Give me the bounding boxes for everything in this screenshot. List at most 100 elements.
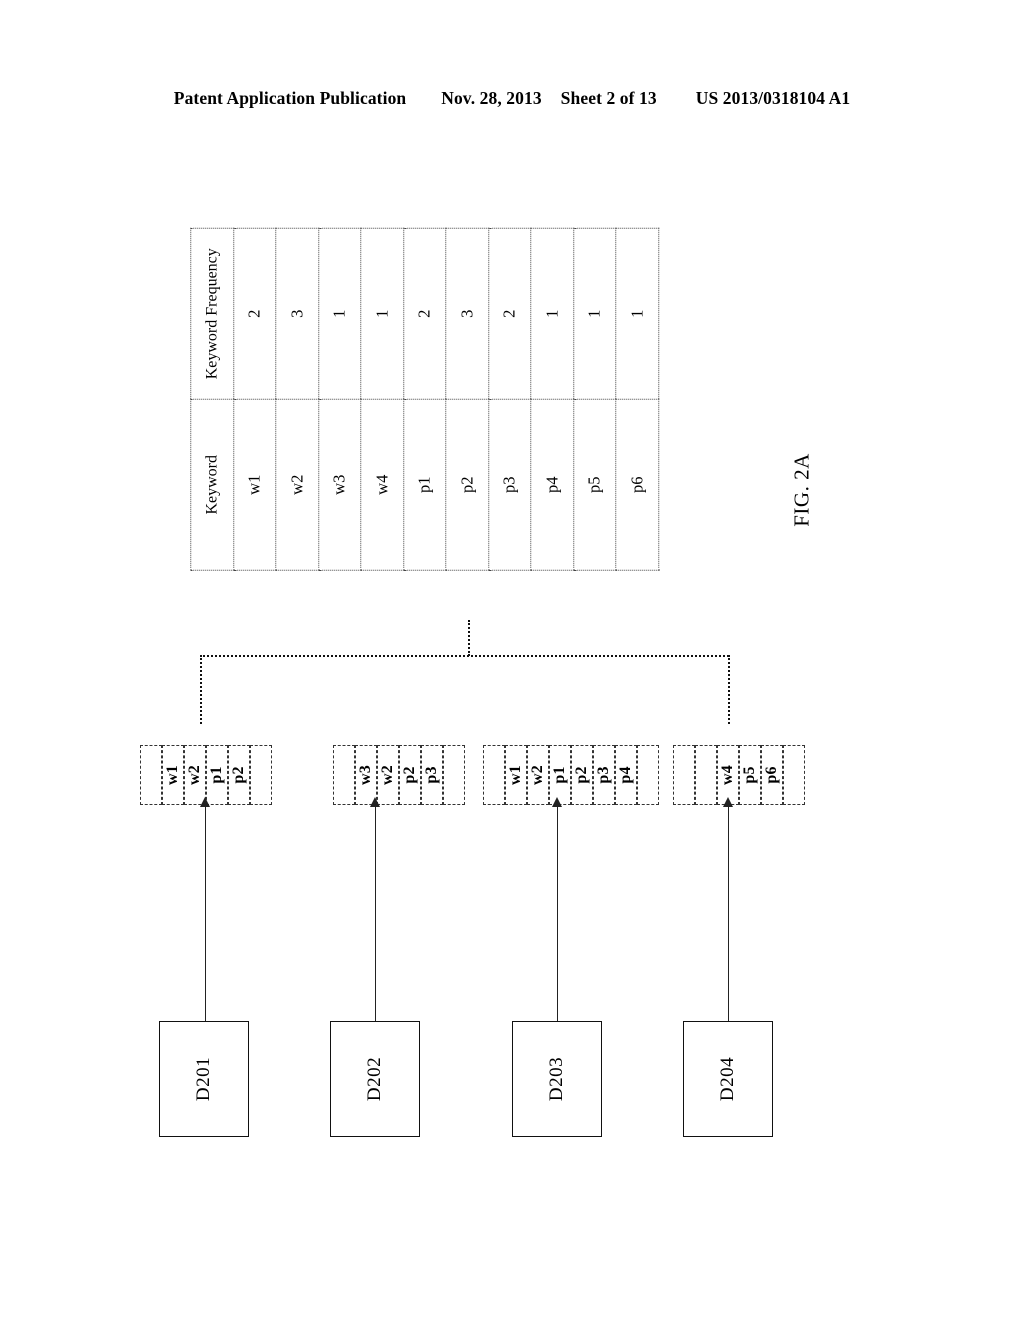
keyword-group-2: w3 w2 p2 p3: [333, 745, 465, 805]
keyword-cell-label: p2: [230, 766, 247, 784]
figure-caption: FIG. 2A: [742, 430, 862, 550]
cell-frequency: 1: [318, 228, 361, 400]
keyword-cell-w1: w1: [505, 745, 527, 805]
figure-caption-text: FIG. 2A: [789, 453, 814, 527]
keyword-cell-label: p2: [401, 766, 418, 784]
document-box-d201: D201: [159, 1021, 249, 1137]
keyword-cell-label: w2: [186, 765, 203, 785]
keyword-cell-label: w1: [164, 765, 181, 785]
cell-keyword: p3: [488, 399, 531, 571]
cell-keyword: p1: [403, 399, 446, 571]
cell-frequency: 2: [233, 228, 276, 400]
keyword-cell-p3: p3: [593, 745, 615, 805]
table-row: p3 2: [488, 228, 531, 571]
document-label: D204: [717, 1056, 738, 1102]
keyword-cell-w2: w2: [377, 745, 399, 805]
arrow-shaft-d203: [557, 806, 558, 1021]
cell-frequency: 1: [615, 228, 659, 400]
table-row: p4 1: [530, 228, 574, 571]
table-row: p6 1: [615, 228, 659, 571]
document-box-d204: D204: [683, 1021, 773, 1137]
document-label: D201: [193, 1056, 214, 1102]
keyword-cell-label: p4: [617, 766, 634, 784]
keyword-cell-empty: [443, 745, 465, 805]
keyword-group-1: w1 w2 p1 p2: [140, 745, 272, 805]
cell-keyword: p5: [573, 399, 616, 571]
keyword-cell-p2: p2: [399, 745, 421, 805]
arrow-head-icon-d203: [552, 797, 562, 807]
keyword-cell-label: p1: [551, 766, 568, 784]
keyword-cell-p2: p2: [571, 745, 593, 805]
table-header-row: Keyword Keyword Frequency: [190, 228, 234, 571]
cell-keyword: w4: [360, 399, 404, 571]
keyword-cell-w2: w2: [527, 745, 549, 805]
cell-keyword: w2: [275, 399, 319, 571]
keyword-cell-w4: w4: [717, 745, 739, 805]
keyword-cell-empty: [695, 745, 717, 805]
document-box-d203: D203: [512, 1021, 602, 1137]
cell-frequency: 2: [403, 228, 446, 400]
table-row: p2 3: [445, 228, 489, 571]
keyword-cell-p1: p1: [549, 745, 571, 805]
table-row: p1 2: [403, 228, 446, 571]
keyword-cell-w2: w2: [184, 745, 206, 805]
column-header-keyword-frequency: Keyword Frequency: [190, 228, 234, 400]
keyword-cell-label: p1: [208, 766, 225, 784]
keyword-cell-empty: [673, 745, 695, 805]
keyword-cell-w3: w3: [355, 745, 377, 805]
keyword-cell-label: w2: [379, 765, 396, 785]
table-row: w2 3: [275, 228, 319, 571]
keyword-cell-w1: w1: [162, 745, 184, 805]
keyword-cell-empty: [637, 745, 659, 805]
bracket-right-drop-line: [728, 655, 730, 724]
cell-keyword: w1: [233, 399, 276, 571]
keyword-cell-empty: [250, 745, 272, 805]
table-row: w4 1: [360, 228, 404, 571]
cell-keyword: p6: [615, 399, 659, 571]
keyword-group-3: w1 w2 p1 p2 p3 p4: [483, 745, 659, 805]
keyword-cell-p3: p3: [421, 745, 443, 805]
arrow-head-icon-d201: [200, 797, 210, 807]
keyword-frequency-table-container: Keyword Keyword Frequency w1 2 w2 3 w3 1…: [190, 228, 659, 571]
arrow-shaft-d202: [375, 806, 376, 1021]
keyword-cell-p1: p1: [206, 745, 228, 805]
keyword-cell-label: w4: [719, 765, 736, 785]
keyword-cell-empty: [333, 745, 355, 805]
keyword-cell-label: p5: [741, 766, 758, 784]
keyword-cell-p5: p5: [739, 745, 761, 805]
cell-keyword: p2: [445, 399, 489, 571]
keyword-cell-p6: p6: [761, 745, 783, 805]
document-label: D202: [364, 1056, 385, 1102]
figure-sheet: Keyword Keyword Frequency w1 2 w2 3 w3 1…: [0, 0, 1024, 1320]
cell-frequency: 1: [530, 228, 574, 400]
arrow-shaft-d204: [728, 806, 729, 1021]
keyword-cell-label: p2: [573, 766, 590, 784]
arrow-head-icon-d204: [723, 797, 733, 807]
keyword-cell-empty: [783, 745, 805, 805]
cell-frequency: 1: [360, 228, 404, 400]
bracket-stem-line: [468, 620, 470, 656]
cell-frequency: 3: [275, 228, 319, 400]
keyword-cell-label: p6: [763, 766, 780, 784]
document-label: D203: [546, 1056, 567, 1102]
cell-frequency: 3: [445, 228, 489, 400]
bracket-left-drop-line: [200, 655, 202, 724]
keyword-cell-label: p3: [595, 766, 612, 784]
cell-frequency: 2: [488, 228, 531, 400]
keyword-frequency-table: Keyword Keyword Frequency w1 2 w2 3 w3 1…: [190, 228, 659, 571]
keyword-cell-label: w1: [507, 765, 524, 785]
keyword-cell-p4: p4: [615, 745, 637, 805]
keyword-cell-empty: [483, 745, 505, 805]
cell-frequency: 1: [573, 228, 616, 400]
column-header-keyword: Keyword: [190, 399, 234, 571]
table-row: p5 1: [573, 228, 616, 571]
keyword-cell-label: p3: [423, 766, 440, 784]
cell-keyword: w3: [318, 399, 361, 571]
document-box-d202: D202: [330, 1021, 420, 1137]
keyword-group-4: w4 p5 p6: [673, 745, 805, 805]
keyword-cell-label: w2: [529, 765, 546, 785]
keyword-cell-empty: [140, 745, 162, 805]
arrow-shaft-d201: [205, 806, 206, 1021]
table-row: w3 1: [318, 228, 361, 571]
table-row: w1 2: [233, 228, 276, 571]
